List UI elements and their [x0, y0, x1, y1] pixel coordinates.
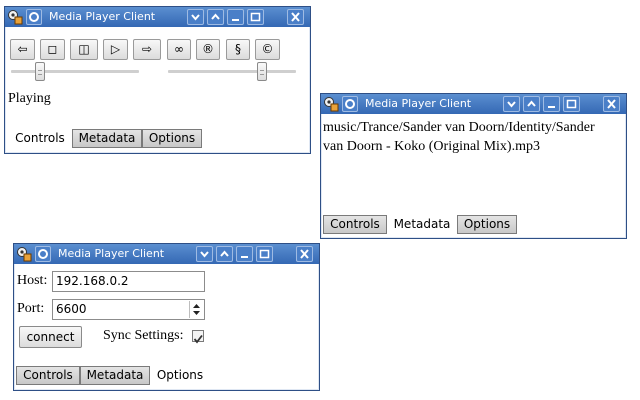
minimize-icon[interactable] [543, 96, 560, 112]
window-title: Media Player Client [49, 10, 156, 23]
port-label: Port: [17, 301, 45, 316]
infinity-icon: ∞ [174, 42, 184, 56]
shade-up-icon[interactable] [216, 246, 233, 262]
tab-controls[interactable]: Controls [8, 129, 72, 148]
tab-controls[interactable]: Controls [16, 366, 80, 385]
position-slider-handle[interactable] [34, 62, 45, 81]
stop-button[interactable]: ◻ [40, 39, 65, 60]
maximize-icon[interactable] [563, 96, 580, 112]
window-menu-icon[interactable] [26, 9, 42, 25]
arrow-left-icon: ⇦ [17, 42, 28, 56]
play-triangle-icon: ▷ [110, 42, 121, 56]
titlebar[interactable]: Media Player Client [14, 244, 319, 264]
random-button[interactable]: ® [196, 39, 220, 60]
options-window: Media Player Client Host: 192.168.0.2 Po… [13, 243, 320, 391]
single-button[interactable]: § [226, 39, 250, 60]
tab-options[interactable]: Options [142, 129, 202, 148]
section-icon: § [235, 42, 241, 56]
port-spinbox[interactable]: 6600 [52, 299, 205, 320]
play-button[interactable]: ▷ [103, 39, 128, 60]
minimize-icon[interactable] [227, 9, 244, 25]
window-menu-icon[interactable] [35, 246, 51, 262]
sync-settings-label: Sync Settings: [103, 328, 184, 343]
window-title: Media Player Client [58, 247, 165, 260]
copyright-icon: © [261, 42, 274, 56]
stop-square-icon: ◻ [47, 42, 58, 56]
shade-down-icon[interactable] [196, 246, 213, 262]
metadata-window: Media Player Client music/Trance/Sander … [320, 93, 627, 239]
close-icon[interactable] [287, 9, 304, 25]
app-icon [16, 246, 32, 262]
sync-settings-checkbox[interactable] [192, 330, 204, 344]
close-icon[interactable] [296, 246, 313, 262]
maximize-icon[interactable] [247, 9, 264, 25]
controls-window: Media Player Client ⇦ ◻ ◫ ▷ ⇨ ∞ ® § © Playing Co… [4, 6, 311, 154]
tab-metadata[interactable]: Metadata [387, 215, 457, 234]
pause-icon: ◫ [78, 42, 90, 56]
close-icon[interactable] [603, 96, 620, 112]
previous-button[interactable]: ⇦ [10, 39, 35, 60]
window-title: Media Player Client [365, 97, 472, 110]
track-path-line-1: music/Trance/Sander van Doorn/Identity/S… [323, 120, 595, 135]
tab-metadata[interactable]: Metadata [72, 129, 142, 148]
tab-controls[interactable]: Controls [323, 215, 387, 234]
registered-icon: ® [202, 42, 214, 56]
tab-bar: Controls Metadata Options [8, 129, 208, 148]
loop-button[interactable]: ∞ [167, 39, 191, 60]
app-icon [7, 9, 23, 25]
position-slider-track[interactable] [11, 70, 139, 73]
host-input[interactable]: 192.168.0.2 [52, 271, 205, 292]
tab-options[interactable]: Options [150, 366, 210, 385]
checkmark-icon [193, 334, 203, 344]
maximize-icon[interactable] [256, 246, 273, 262]
titlebar[interactable]: Media Player Client [5, 7, 310, 27]
tab-options[interactable]: Options [457, 215, 517, 234]
pause-button[interactable]: ◫ [70, 39, 98, 60]
shade-down-icon[interactable] [503, 96, 520, 112]
minimize-icon[interactable] [236, 246, 253, 262]
volume-slider-track[interactable] [168, 70, 296, 73]
shade-down-icon[interactable] [187, 9, 204, 25]
arrow-right-icon: ⇨ [141, 42, 153, 56]
host-label: Host: [17, 273, 48, 288]
window-menu-icon[interactable] [342, 96, 358, 112]
consume-button[interactable]: © [255, 39, 280, 60]
tab-metadata[interactable]: Metadata [80, 366, 150, 385]
playback-status: Playing [8, 91, 51, 106]
shade-up-icon[interactable] [207, 9, 224, 25]
port-value: 6600 [56, 302, 87, 316]
titlebar[interactable]: Media Player Client [321, 94, 626, 114]
tab-bar: Controls Metadata Options [323, 215, 523, 234]
connect-button[interactable]: connect [19, 326, 82, 348]
volume-slider-handle[interactable] [256, 62, 267, 81]
track-path-line-2: van Doorn - Koko (Original Mix).mp3 [323, 139, 540, 154]
app-icon [323, 96, 339, 112]
tab-bar: Controls Metadata Options [16, 366, 216, 385]
shade-up-icon[interactable] [523, 96, 540, 112]
next-button[interactable]: ⇨ [133, 39, 161, 60]
spin-arrows-icon[interactable] [189, 301, 203, 318]
